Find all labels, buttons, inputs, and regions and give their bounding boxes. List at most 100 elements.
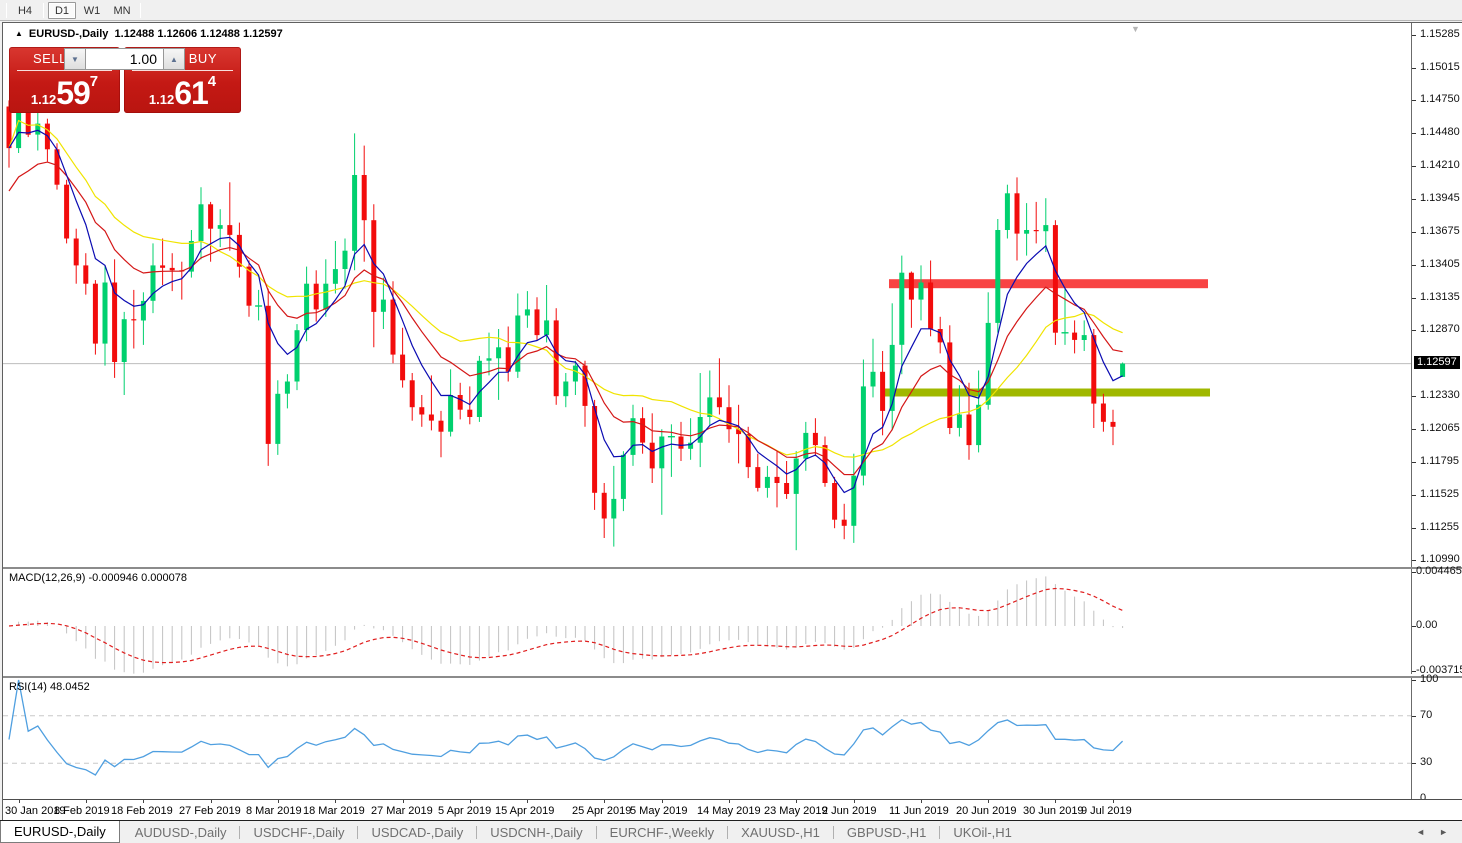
axis-tick: [1412, 462, 1416, 463]
candle-body: [535, 309, 540, 335]
rsi-axis: 10070300: [1412, 678, 1462, 799]
rsi-panel[interactable]: RSI(14) 48.0452 10070300: [3, 676, 1462, 799]
date-tick-label: 2 Jun 2019: [822, 805, 876, 817]
timeframe-button-d1[interactable]: D1: [48, 2, 76, 19]
volume-increase-button[interactable]: ▲: [163, 48, 185, 70]
candle-body: [323, 284, 328, 310]
candle-body: [218, 225, 223, 229]
candle-body: [967, 415, 972, 446]
chart-tab-usdcnh[interactable]: USDCNH-,Daily: [477, 821, 595, 843]
candle-body: [659, 437, 664, 469]
candle-body: [602, 493, 607, 519]
axis-tick: [1412, 330, 1416, 331]
ma-mid-line: [9, 162, 1123, 475]
divider: [140, 3, 141, 18]
timeframe-button-mn[interactable]: MN: [108, 2, 136, 19]
macd-tick-label: 0.004465: [1416, 565, 1462, 577]
candle-body: [928, 283, 933, 329]
candle-body: [746, 434, 751, 467]
candle-body: [611, 499, 616, 519]
candle-body: [343, 251, 348, 269]
candle-body: [621, 455, 626, 499]
axis-tick: [1412, 133, 1416, 134]
candle-body: [391, 300, 396, 355]
macd-canvas[interactable]: [3, 569, 1411, 674]
price-tick-label: 1.15285: [1420, 28, 1460, 40]
candle-body: [333, 269, 338, 284]
price-tick-label: 1.13135: [1420, 291, 1460, 303]
candle-body: [813, 433, 818, 445]
rsi-tick-label: 70: [1420, 709, 1432, 721]
chart-title: ▲EURUSD-,Daily 1.12488 1.12606 1.12488 1…: [15, 28, 283, 40]
rsi-line: [9, 680, 1123, 775]
divider: [17, 70, 112, 71]
chart-tab-ukoil[interactable]: UKOil-,H1: [940, 821, 1025, 843]
chart-tab-eurchf[interactable]: EURCHF-,Weekly: [597, 821, 728, 843]
candle-body: [160, 265, 165, 267]
candle-body: [1015, 193, 1020, 233]
divider: [43, 3, 44, 18]
chart-tab-bar: EURUSD-,DailyAUDUSD-,DailyUSDCHF-,DailyU…: [0, 820, 1462, 843]
candle-body: [938, 329, 943, 342]
date-tick-label: 25 Apr 2019: [572, 805, 631, 817]
tab-scroll-left-icon[interactable]: ◄: [1416, 827, 1425, 837]
date-axis[interactable]: 30 Jan 20198 Feb 201918 Feb 201927 Feb 2…: [3, 799, 1462, 821]
chart-tab-gbpusd[interactable]: GBPUSD-,H1: [834, 821, 939, 843]
rsi-canvas[interactable]: [3, 678, 1411, 799]
axis-tick: [143, 800, 144, 803]
candle-body: [1120, 364, 1125, 377]
price-tick-label: 1.11525: [1420, 488, 1459, 500]
price-tick-label: 1.15015: [1420, 61, 1460, 73]
macd-tick-label: 0.00: [1416, 619, 1437, 631]
axis-tick: [86, 800, 87, 803]
price-chart-panel[interactable]: ▲EURUSD-,Daily 1.12488 1.12606 1.12488 1…: [3, 23, 1462, 567]
one-click-trading-panel: SELL 1.12597 BUY 1.12614 ▼ 1.00 ▲: [9, 47, 241, 113]
candle-body: [314, 284, 319, 310]
date-tick-label: 8 Feb 2019: [54, 805, 110, 817]
tab-scroll-right-icon[interactable]: ►: [1439, 827, 1448, 837]
candle-doji: [1062, 332, 1069, 333]
macd-panel[interactable]: MACD(12,26,9) -0.000946 0.000078 0.00446…: [3, 567, 1462, 674]
candle-body: [93, 284, 98, 344]
macd-axis: 0.0044650.00-0.003715: [1412, 569, 1462, 674]
candle-body: [544, 320, 549, 335]
timeframe-button-h4[interactable]: H4: [11, 2, 39, 19]
chart-tab-usdchf[interactable]: USDCHF-,Daily: [240, 821, 357, 843]
collapse-triangle-icon[interactable]: ▲: [15, 29, 23, 38]
candle-body: [679, 437, 684, 449]
candle-body: [775, 477, 780, 483]
axis-tick: [1412, 763, 1416, 764]
candle-body: [784, 483, 789, 494]
candle-body: [362, 175, 367, 220]
timeframe-button-w1[interactable]: W1: [78, 2, 106, 19]
divider: [1411, 23, 1412, 567]
volume-stepper: ▼ 1.00 ▲: [64, 48, 185, 70]
chart-tab-xauusd[interactable]: XAUUSD-,H1: [728, 821, 833, 843]
candle-body: [871, 372, 876, 387]
chart-tab-eurusd[interactable]: EURUSD-,Daily: [0, 821, 120, 843]
candle-body: [496, 347, 501, 358]
chart-tab-audusd[interactable]: AUDUSD-,Daily: [122, 821, 240, 843]
candle-body: [890, 345, 895, 411]
price-tick-label: 1.14750: [1420, 93, 1460, 105]
candle-body: [487, 358, 492, 360]
candle-body: [1101, 404, 1106, 422]
candle-body: [458, 395, 463, 410]
support-line[interactable]: [881, 389, 1210, 397]
axis-tick: [1412, 100, 1416, 101]
chart-tab-usdcad[interactable]: USDCAD-,Daily: [358, 821, 476, 843]
price-tick-label: 1.11795: [1420, 455, 1459, 467]
volume-decrease-button[interactable]: ▼: [64, 48, 86, 70]
buy-price: 1.12614: [124, 73, 241, 109]
axis-tick: [1412, 560, 1416, 561]
axis-tick: [1412, 68, 1416, 69]
rsi-label: RSI(14) 48.0452: [9, 681, 90, 693]
candle-body: [631, 418, 636, 455]
axis-tick: [1113, 800, 1114, 803]
price-axis[interactable]: 1.152851.150151.147501.144801.142101.139…: [1412, 23, 1462, 567]
candle-body: [122, 319, 127, 362]
chart-window: ▲EURUSD-,Daily 1.12488 1.12606 1.12488 1…: [2, 22, 1462, 843]
divider: [132, 70, 233, 71]
resistance-line[interactable]: [889, 279, 1208, 288]
volume-input[interactable]: 1.00: [86, 48, 163, 70]
